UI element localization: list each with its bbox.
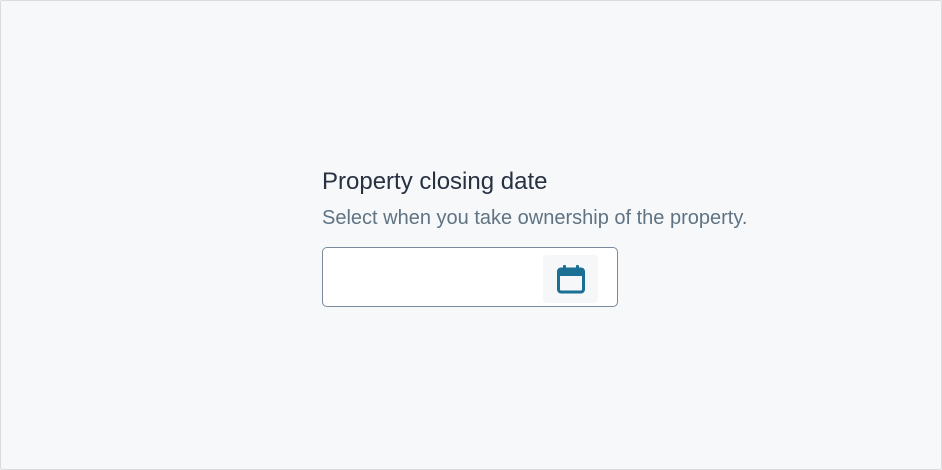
calendar-icon — [556, 265, 585, 294]
date-input-wrapper[interactable] — [322, 247, 618, 307]
date-field: Property closing date Select when you ta… — [322, 167, 748, 307]
field-label: Property closing date — [322, 168, 548, 195]
field-hint: Select when you take ownership of the pr… — [322, 207, 748, 229]
date-input[interactable] — [323, 248, 561, 306]
calendar-button[interactable] — [543, 255, 598, 303]
form-canvas: Property closing date Select when you ta… — [0, 0, 942, 470]
